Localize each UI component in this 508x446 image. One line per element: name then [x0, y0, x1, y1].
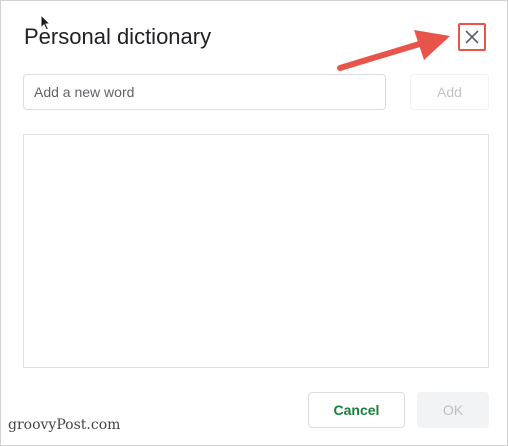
close-button[interactable] [458, 23, 486, 51]
add-word-button[interactable]: Add [410, 74, 489, 110]
close-icon [465, 30, 479, 44]
watermark: groovyPost.com [8, 417, 121, 433]
ok-button[interactable]: OK [417, 392, 489, 428]
cancel-button[interactable]: Cancel [308, 392, 405, 428]
mouse-cursor-icon [40, 14, 52, 31]
word-list[interactable] [23, 134, 489, 368]
annotation-arrow-icon [337, 30, 450, 71]
dialog-title: Personal dictionary [24, 24, 212, 49]
new-word-input[interactable] [23, 74, 386, 110]
